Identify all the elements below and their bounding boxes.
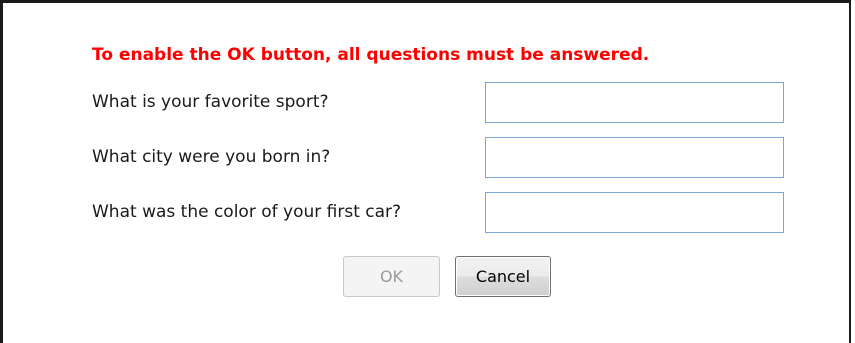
question-label-birth-city: What city were you born in? <box>92 147 331 167</box>
answer-input-favorite-sport[interactable] <box>485 82 784 123</box>
answer-input-first-car-color[interactable] <box>485 192 784 233</box>
question-label-first-car-color: What was the color of your first car? <box>92 202 402 222</box>
answer-input-birth-city[interactable] <box>485 137 784 178</box>
ok-button[interactable]: OK <box>343 256 440 297</box>
question-label-favorite-sport: What is your favorite sport? <box>92 92 329 112</box>
validation-warning: To enable the OK button, all questions m… <box>92 45 650 65</box>
cancel-button[interactable]: Cancel <box>455 256 551 297</box>
